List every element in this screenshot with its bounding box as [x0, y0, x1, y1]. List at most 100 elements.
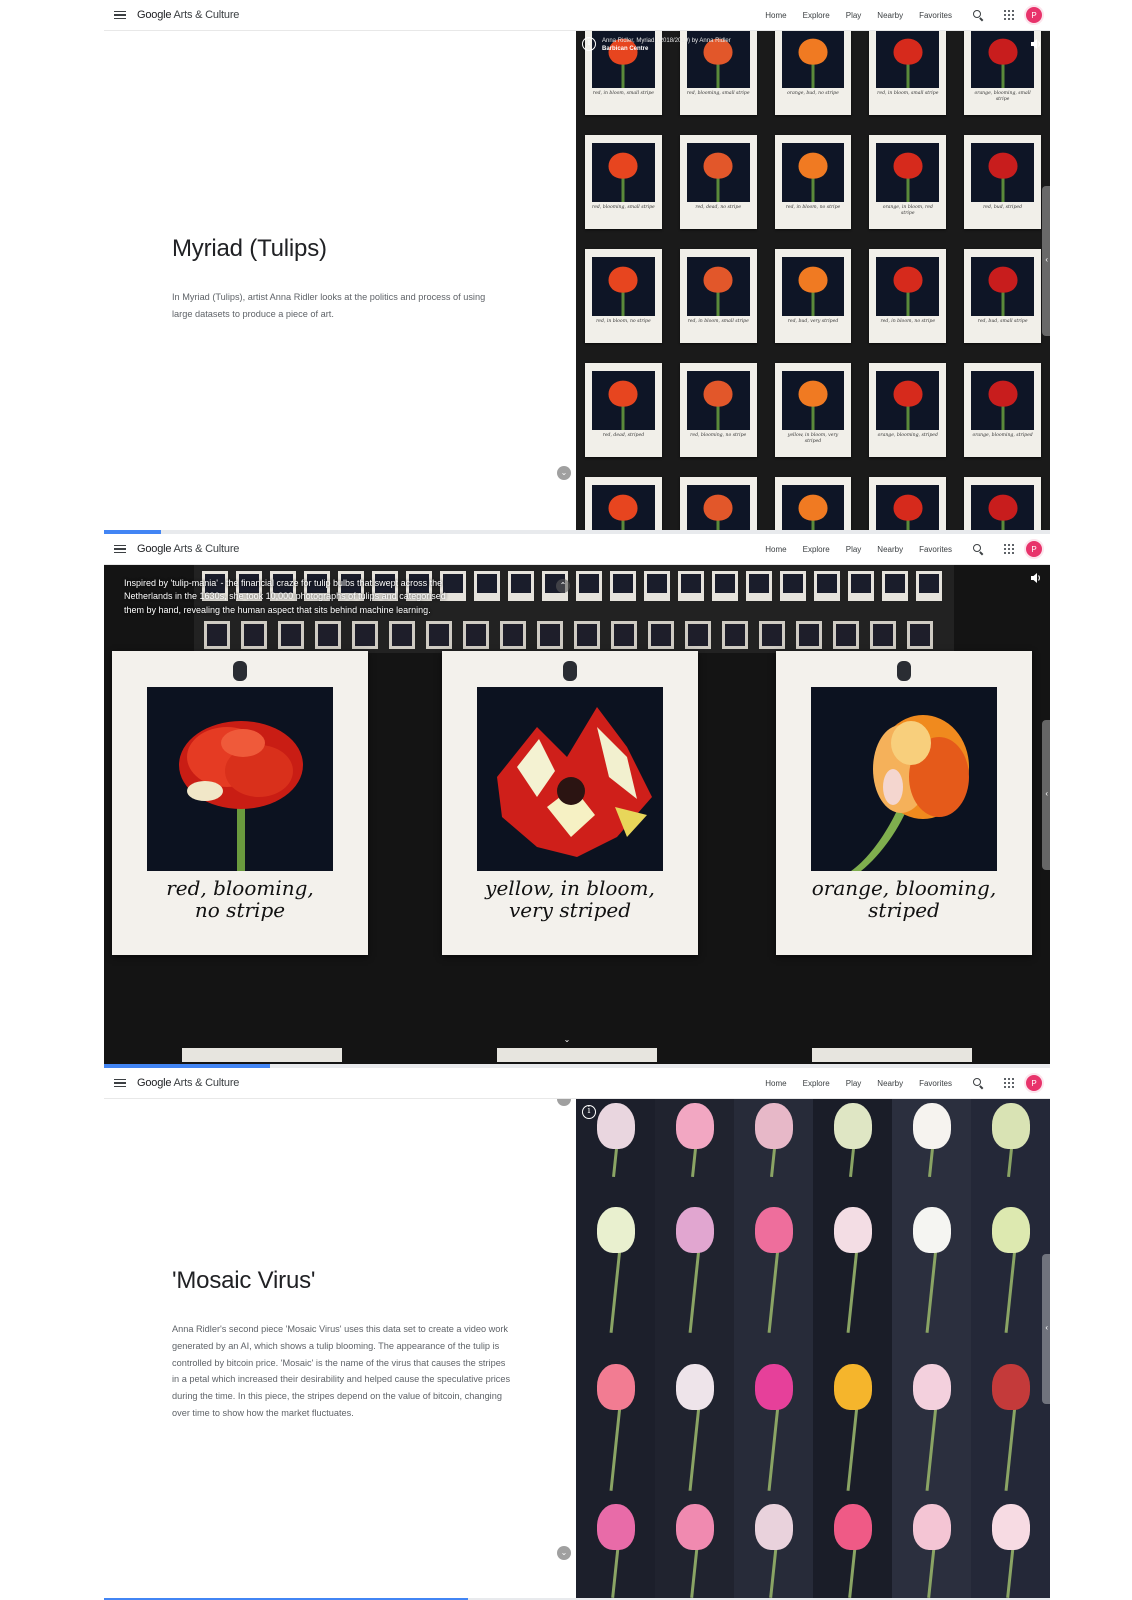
tulip-photo: [686, 257, 750, 316]
avatar[interactable]: P: [1024, 5, 1044, 25]
handwritten-label: yellow, in bloom, very striped: [787, 432, 839, 444]
search-icon[interactable]: [972, 543, 984, 555]
info-icon[interactable]: i: [582, 37, 596, 51]
search-icon[interactable]: [972, 9, 984, 21]
caption-credit: Anna Ridler, Myriad, (2018/2019) by Anna…: [602, 38, 731, 44]
mini-polaroid: [678, 571, 704, 601]
nav-play[interactable]: Play: [846, 11, 862, 20]
chevron-down-icon[interactable]: ⌄: [560, 1033, 574, 1047]
tulip-photo: [781, 371, 845, 430]
polaroid-card: orange, blooming, striped: [869, 363, 947, 457]
apps-grid-icon[interactable]: [1004, 10, 1014, 20]
mini-polaroid: [780, 571, 806, 601]
nav-nearby[interactable]: Nearby: [877, 545, 903, 554]
story-text: 'Mosaic Virus' Anna Ridler's second piec…: [104, 1099, 576, 1600]
main-nav: Home Explore Play Nearby Favorites P: [757, 0, 1050, 30]
nav-play[interactable]: Play: [846, 545, 862, 554]
handwritten-label: red, in bloom, small stripe: [592, 90, 655, 96]
story-panel-myriad: Google Arts & Culture Home Explore Play …: [104, 0, 1050, 534]
tulip-photo: [591, 485, 655, 530]
nav-explore[interactable]: Explore: [803, 545, 830, 554]
avatar[interactable]: P: [1024, 1073, 1044, 1093]
polaroid-card: orange, in bloom, red stripe: [869, 135, 947, 229]
hamburger-menu-icon[interactable]: [114, 544, 126, 554]
chevron-up-icon[interactable]: ⌃: [556, 579, 570, 593]
top-navigation-bar: Google Arts & Culture Home Explore Play …: [104, 1068, 1050, 1099]
polaroid-card: [964, 477, 1041, 530]
mini-polaroid: [712, 571, 738, 601]
story-panel-tulip-mania: Google Arts & Culture Home Explore Play …: [104, 534, 1050, 1068]
polaroid-card: red, in bloom, no stripe: [774, 135, 852, 229]
tulip-photo: [876, 485, 940, 530]
nav-home[interactable]: Home: [765, 11, 786, 20]
nav-favorites[interactable]: Favorites: [919, 545, 952, 554]
lower-polaroid-row: [104, 1048, 1050, 1064]
tulip-tile: [971, 1177, 1050, 1333]
page-title: Myriad (Tulips): [172, 235, 327, 262]
polaroid-card: [869, 477, 947, 530]
story-panel-mosaic-virus: Google Arts & Culture Home Explore Play …: [104, 1068, 1050, 1600]
story-description: In Myriad (Tulips), artist Anna Ridler l…: [172, 292, 486, 319]
hamburger-menu-icon[interactable]: [114, 10, 126, 20]
site-logo[interactable]: Google Arts & Culture: [137, 1077, 239, 1089]
main-nav: Home Explore Play Nearby Favorites P: [757, 534, 1050, 564]
site-logo[interactable]: Google Arts & Culture: [137, 543, 239, 555]
polaroid-card: red, blooming, no stripe: [112, 651, 368, 955]
nav-explore[interactable]: Explore: [803, 1079, 830, 1088]
handwritten-label: red, in bloom, small stripe: [877, 90, 939, 96]
polaroid-closeup-image: red, blooming, no stripe yellow, in bloo…: [104, 565, 1050, 1064]
hamburger-menu-icon[interactable]: [114, 1078, 126, 1088]
nav-explore[interactable]: Explore: [803, 11, 830, 20]
polaroid-card: [679, 477, 757, 530]
chevron-left-icon[interactable]: ‹: [1045, 1323, 1048, 1332]
handwritten-label: orange, blooming, striped: [877, 432, 938, 438]
polaroid-card: [774, 477, 852, 530]
mini-polaroid: [796, 621, 822, 649]
speaker-icon[interactable]: [1030, 38, 1042, 50]
tulip-photo: [591, 257, 655, 316]
polaroid-card: red, in bloom, small stripe: [869, 31, 947, 115]
search-icon[interactable]: [972, 1077, 984, 1089]
nav-home[interactable]: Home: [765, 1079, 786, 1088]
top-navigation-bar: Google Arts & Culture Home Explore Play …: [104, 534, 1050, 565]
chevron-down-icon[interactable]: ⌄: [557, 1546, 571, 1560]
progress-bar: [104, 530, 1050, 534]
nav-nearby[interactable]: Nearby: [877, 11, 903, 20]
speaker-icon[interactable]: [1030, 572, 1042, 584]
nav-favorites[interactable]: Favorites: [919, 1079, 952, 1088]
apps-grid-icon[interactable]: [1004, 544, 1014, 554]
polaroid-card: red, blooming, no stripe: [679, 363, 757, 457]
nav-nearby[interactable]: Nearby: [877, 1079, 903, 1088]
polaroid-card: orange, bud, no stripe: [774, 31, 852, 115]
tulip-tile: [655, 1333, 734, 1491]
tulip-photo: [477, 687, 663, 871]
site-logo[interactable]: Google Arts & Culture: [137, 9, 239, 21]
polaroid-card: red, bud, very striped: [774, 249, 852, 343]
polaroid-card: red, in bloom, no stripe: [869, 249, 947, 343]
apps-grid-icon[interactable]: [1004, 1078, 1014, 1088]
chevron-left-icon[interactable]: ‹: [1045, 255, 1048, 264]
tulip-tile: [576, 1491, 655, 1598]
tulip-photo: [686, 371, 750, 430]
progress-fill: [104, 530, 161, 534]
tulip-tile: [892, 1099, 971, 1177]
avatar[interactable]: P: [1024, 539, 1044, 559]
mini-polaroid: [644, 571, 670, 601]
story-description: Anna Ridler's second piece 'Mosaic Virus…: [172, 1324, 511, 1418]
chevron-down-icon[interactable]: ⌄: [557, 466, 571, 480]
handwritten-label: red, blooming, no stripe: [166, 876, 314, 922]
tulip-photo: [591, 143, 655, 202]
chevron-left-icon[interactable]: ‹: [1045, 789, 1048, 798]
mini-polaroid: [833, 621, 859, 649]
nav-favorites[interactable]: Favorites: [919, 11, 952, 20]
handwritten-label: orange, blooming, small stripe: [974, 90, 1031, 102]
tulip-photo: [876, 257, 940, 316]
info-icon[interactable]: i: [582, 1105, 596, 1119]
nav-home[interactable]: Home: [765, 545, 786, 554]
tulip-photo: [876, 143, 940, 202]
nav-play[interactable]: Play: [846, 1079, 862, 1088]
tulip-tile: [813, 1099, 892, 1177]
page-title: 'Mosaic Virus': [172, 1267, 316, 1294]
progress-bar: [104, 1064, 1050, 1068]
mini-polaroid: [508, 571, 534, 601]
